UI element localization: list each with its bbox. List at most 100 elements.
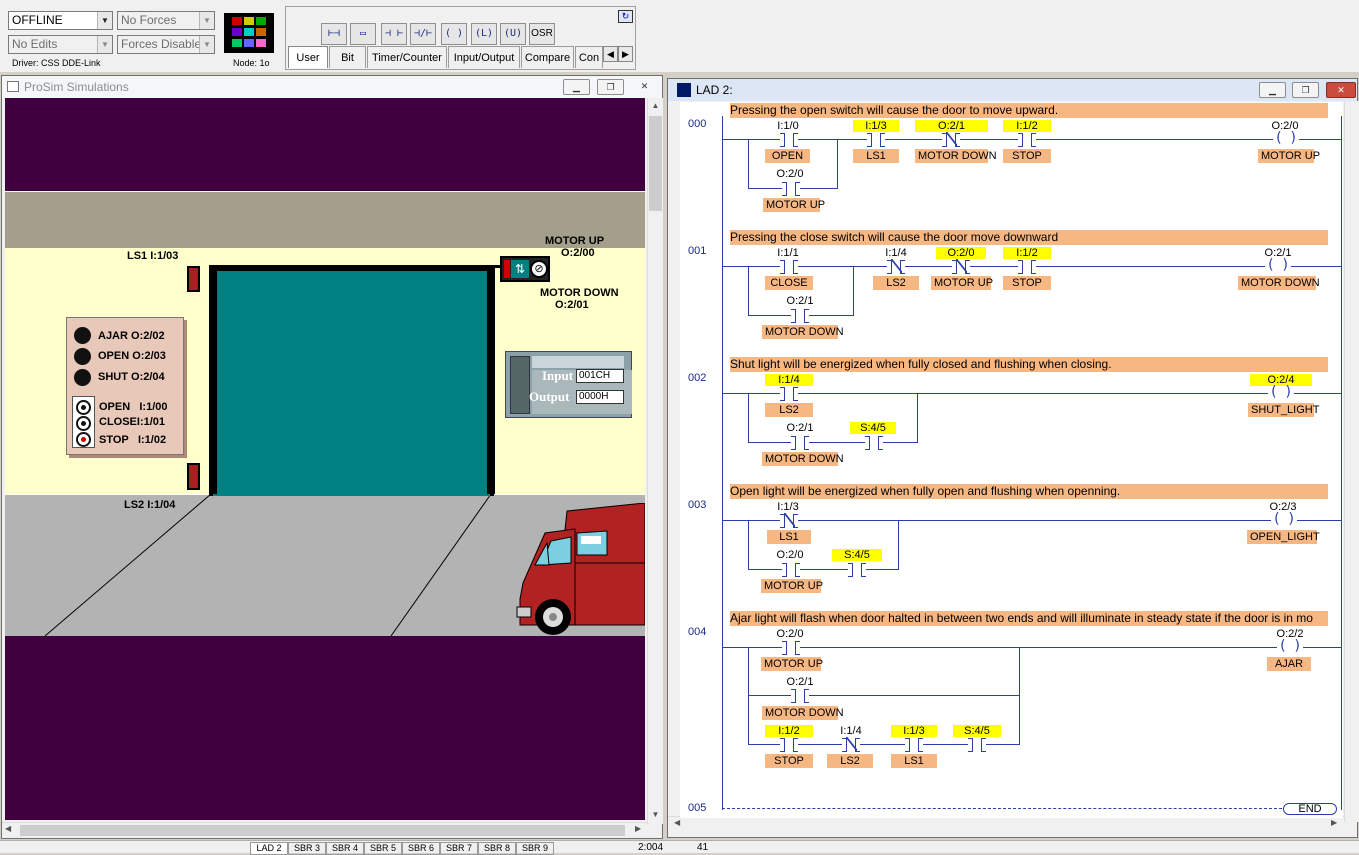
chevron-down-icon[interactable]: ▼ — [97, 36, 112, 53]
shut-lamp — [74, 369, 91, 386]
otl-button[interactable]: (L) — [471, 23, 497, 45]
tab-bit[interactable]: Bit — [329, 46, 366, 68]
restore-button[interactable]: ❐ — [597, 79, 624, 95]
forces-select[interactable]: No Forces ▼ — [117, 11, 215, 30]
scroll-left-icon[interactable]: ◀ — [5, 824, 11, 833]
xic-contact[interactable] — [782, 182, 800, 196]
edits-select[interactable]: No Edits ▼ — [8, 35, 113, 54]
xio-button[interactable]: ⊣/⊢ — [410, 23, 436, 45]
vertical-scrollbar[interactable]: ▲ ▼ — [647, 98, 663, 824]
scroll-down-icon[interactable]: ▼ — [649, 808, 662, 822]
scroll-thumb[interactable] — [649, 116, 662, 211]
close-button[interactable]: ✕ — [1326, 82, 1356, 98]
mode-select[interactable]: OFFLINE ▼ — [8, 11, 113, 30]
scroll-left-icon[interactable]: ◀ — [674, 818, 680, 827]
ote-button[interactable]: ( ) — [441, 23, 467, 45]
ajar-address: O:2/02 — [131, 330, 165, 342]
main-toolbar: OFFLINE ▼ No Forces ▼ No Edits ▼ Forces Dis… — [0, 0, 1359, 72]
branch-line — [748, 647, 749, 745]
file-tab-sbr7[interactable]: SBR 7 — [440, 842, 478, 855]
otu-button[interactable]: (U) — [500, 23, 526, 45]
contact-address: O:2/1 — [915, 120, 988, 132]
xic-contact[interactable] — [782, 641, 800, 655]
xic-contact[interactable] — [791, 436, 809, 450]
xic-contact[interactable] — [865, 436, 883, 450]
xio-contact[interactable] — [942, 132, 960, 147]
branch-button[interactable]: ▭ — [350, 23, 376, 45]
open-lamp — [74, 348, 91, 365]
horizontal-scrollbar[interactable]: ◀ ▶ — [2, 822, 647, 838]
osr-button[interactable]: OSR — [529, 23, 555, 45]
minimize-button[interactable]: ▁ — [1259, 82, 1286, 98]
xic-contact[interactable] — [848, 563, 866, 577]
motor-up-address: O:2/00 — [561, 247, 595, 259]
file-tab-sbr6[interactable]: SBR 6 — [402, 842, 440, 855]
file-tab-sbr8[interactable]: SBR 8 — [478, 842, 516, 855]
tab-scroll-right-icon[interactable]: ▶ — [618, 46, 633, 62]
no-entry-icon: ⊘ — [530, 260, 548, 278]
tab-timer-counter[interactable]: Timer/Counter — [367, 46, 447, 68]
xic-contact[interactable] — [968, 738, 986, 752]
file-tab-sbr3[interactable]: SBR 3 — [288, 842, 326, 855]
tab-compare[interactable]: Compare — [521, 46, 574, 68]
open-pushbutton[interactable] — [76, 400, 91, 415]
forces-state-select[interactable]: Forces Disabled ▼ — [117, 35, 215, 54]
scroll-right-icon[interactable]: ▶ — [1331, 818, 1337, 827]
close-pushbutton[interactable] — [76, 416, 91, 431]
output-coil[interactable]: ( ) — [1277, 639, 1303, 653]
xio-contact[interactable] — [780, 513, 798, 528]
rung-line — [722, 647, 1342, 648]
shut-lamp-address: O:2/04 — [131, 371, 165, 383]
file-tab-sbr4[interactable]: SBR 4 — [326, 842, 364, 855]
tab-con[interactable]: Con — [575, 46, 603, 68]
tab-input-output[interactable]: Input/Output — [448, 46, 520, 68]
plc-node-icon[interactable] — [224, 13, 274, 53]
rung-button[interactable]: ⊢⊣ — [321, 23, 347, 45]
end-rung-line — [722, 808, 1282, 809]
branch-line — [837, 139, 838, 189]
vertical-scrollbar[interactable] — [1344, 101, 1359, 822]
xic-contact[interactable] — [780, 738, 798, 752]
file-tab-sbr9[interactable]: SBR 9 — [516, 842, 554, 855]
scroll-right-icon[interactable]: ▶ — [635, 824, 641, 833]
scroll-up-icon[interactable]: ▲ — [649, 99, 662, 113]
xic-button[interactable]: ⊣ ⊢ — [381, 23, 407, 45]
close-button[interactable]: ✕ — [631, 79, 658, 95]
contact-address: S:4/5 — [850, 422, 896, 434]
output-coil[interactable]: ( ) — [1273, 131, 1299, 145]
file-tab-lad2[interactable]: LAD 2 — [250, 842, 288, 855]
xio-contact[interactable] — [842, 737, 860, 752]
coil-symbol: MOTOR DOWN — [1238, 276, 1320, 290]
tab-user[interactable]: User — [288, 46, 328, 68]
minimize-button[interactable]: ▁ — [563, 79, 590, 95]
output-coil[interactable]: ( ) — [1271, 512, 1297, 526]
plc-power-supply — [510, 356, 530, 414]
palette-menu-icon[interactable]: ↻ — [618, 10, 633, 23]
tab-scroll-left-icon[interactable]: ◀ — [603, 46, 618, 62]
xic-contact[interactable] — [905, 738, 923, 752]
xic-contact[interactable] — [782, 563, 800, 577]
xic-contact[interactable] — [780, 387, 798, 401]
xic-contact[interactable] — [791, 309, 809, 323]
xic-contact[interactable] — [1018, 260, 1036, 274]
branch-line — [1019, 647, 1020, 745]
xic-contact[interactable] — [1018, 133, 1036, 147]
ladder-editor[interactable]: 000 Pressing the open switch will cause … — [680, 102, 1343, 818]
chevron-down-icon[interactable]: ▼ — [199, 36, 214, 53]
xio-contact[interactable] — [887, 259, 905, 274]
stop-pushbutton[interactable] — [76, 432, 91, 447]
output-coil[interactable]: ( ) — [1268, 385, 1294, 399]
contact-symbol: STOP — [1003, 276, 1051, 290]
output-coil[interactable]: ( ) — [1265, 258, 1291, 272]
restore-button[interactable]: ❐ — [1292, 82, 1319, 98]
xic-contact[interactable] — [867, 133, 885, 147]
horizontal-scrollbar[interactable]: ◀ ▶ — [668, 816, 1344, 832]
xic-contact[interactable] — [791, 689, 809, 703]
xic-contact[interactable] — [780, 260, 798, 274]
chevron-down-icon[interactable]: ▼ — [97, 12, 112, 29]
file-tab-sbr5[interactable]: SBR 5 — [364, 842, 402, 855]
scroll-thumb[interactable] — [20, 825, 625, 836]
xic-contact[interactable] — [780, 133, 798, 147]
xio-contact[interactable] — [952, 259, 970, 274]
chevron-down-icon[interactable]: ▼ — [199, 12, 214, 29]
